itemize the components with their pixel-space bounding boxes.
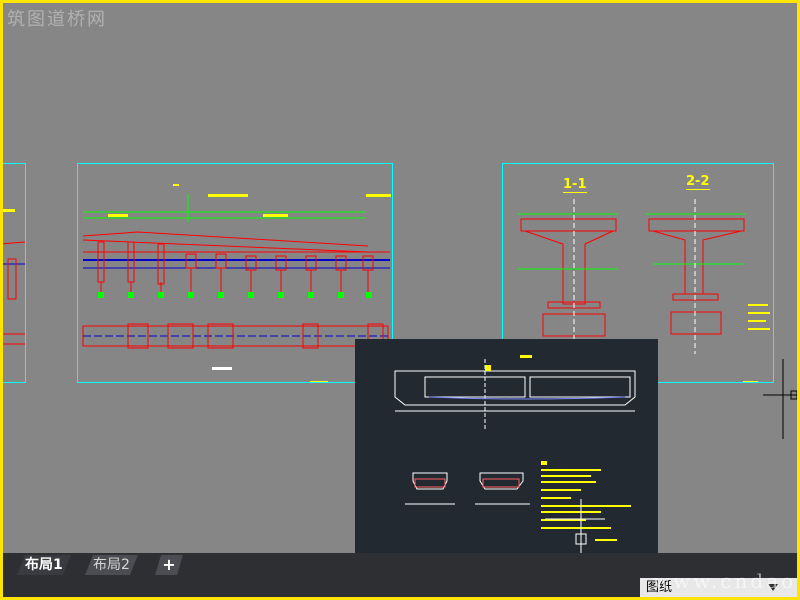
section-1-1-label: 1-1 <box>563 177 587 193</box>
partial-sheet-left <box>3 163 26 383</box>
elevation-drawing <box>82 184 391 383</box>
elevation-sheet <box>77 163 393 383</box>
drawing-preview-popup[interactable] <box>355 339 658 576</box>
section-2-2-label: 2-2 <box>686 174 710 190</box>
add-layout-button[interactable]: + <box>155 555 183 575</box>
drawing-canvas[interactable]: 筑图道桥网 1-1 2-2 布局1 布局2 + 图纸 www.cndao <box>3 3 797 597</box>
crosshair-icon <box>763 359 797 439</box>
tab-layout1[interactable]: 布局1 <box>17 555 71 575</box>
site-watermark: www.cndao.com <box>653 569 797 593</box>
top-watermark: 筑图道桥网 <box>7 9 107 30</box>
preview-drawing <box>361 355 636 576</box>
tab-layout2[interactable]: 布局2 <box>85 555 138 575</box>
partial-sheet-drawing <box>3 209 26 345</box>
